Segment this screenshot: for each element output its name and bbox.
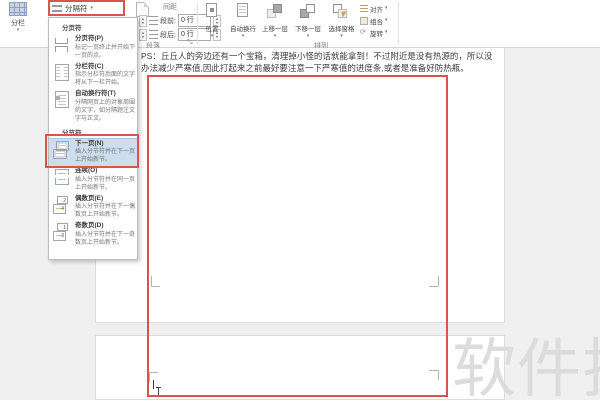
breaks-button-label: 分隔符 bbox=[65, 4, 88, 13]
rotate-button[interactable]: ⟳ 旋转 ▾ bbox=[360, 27, 398, 38]
wrap-text-icon bbox=[237, 3, 248, 17]
wrap-text-button[interactable]: 自动换行 ▾ bbox=[227, 1, 259, 45]
group-label: 组合 bbox=[370, 18, 383, 26]
watermark: 软件技巧 bbox=[452, 333, 600, 400]
chevron-down-icon: ▾ bbox=[273, 33, 277, 39]
menu-item-next-page[interactable]: 下一页(N) 插入分节符并在下一页上开始新节。 bbox=[49, 137, 137, 167]
menu-section-section-breaks: 分节符 bbox=[62, 129, 82, 137]
chevron-down-icon: ▾ bbox=[241, 33, 245, 39]
send-backward-button[interactable]: 下移一层 ▾ bbox=[292, 1, 324, 45]
page-1[interactable]: PS：丘丘人的旁边还有一个宝箱，清理掉小怪的话就能拿到！不过附近是没有热源的，所… bbox=[95, 48, 505, 323]
bring-forward-label: 上移一层 bbox=[262, 26, 288, 33]
chevron-down-icon: ▾ bbox=[385, 5, 388, 11]
group-icon bbox=[360, 16, 368, 25]
columns-button[interactable]: 分栏 ▾ bbox=[2, 0, 34, 46]
rotate-icon: ⟳ bbox=[360, 28, 366, 36]
continuous-icon bbox=[53, 168, 71, 186]
odd-page-icon: 1 3 bbox=[53, 223, 71, 241]
send-backward-label: 下移一层 bbox=[295, 26, 321, 33]
columns-icon bbox=[9, 2, 27, 16]
position-icon bbox=[206, 3, 217, 17]
selection-pane-icon bbox=[325, 2, 358, 21]
space-before-label: 段前: bbox=[160, 17, 176, 25]
chevron-down-icon: ▾ bbox=[90, 5, 94, 11]
menu-item-text-wrap-break[interactable]: 自动换行符(T) 分隔网页上的对象周围的文字，如分隔题注文字与正文。 bbox=[49, 89, 137, 125]
spin-down-icon[interactable]: ▼ bbox=[141, 21, 144, 25]
bring-forward-button[interactable]: 上移一层 ▾ bbox=[259, 1, 291, 45]
menu-item-continuous[interactable]: 连续(O) 插入分节符并在同一页上开始新节。 bbox=[49, 166, 137, 194]
breaks-button[interactable]: 分隔符 ▾ bbox=[52, 2, 122, 15]
align-label: 对齐 bbox=[370, 6, 383, 14]
indent-spinner[interactable]: ▲ ▼ bbox=[139, 14, 147, 27]
align-icon bbox=[360, 4, 368, 13]
align-button[interactable]: 对齐 ▾ bbox=[360, 3, 398, 14]
menu-item-column-break[interactable]: 分栏符(C) 指示分栏符后面的文字将从下一栏开始。 bbox=[49, 62, 137, 90]
menu-item-page-break[interactable]: 分页符(P) 标记一页终止并开始下一页的点。 bbox=[49, 34, 137, 62]
text-cursor bbox=[153, 380, 154, 389]
space-before-icon bbox=[149, 16, 158, 25]
wrap-text-label: 自动换行 bbox=[230, 26, 256, 33]
page-2[interactable] bbox=[95, 335, 505, 400]
rotate-label: 旋转 bbox=[370, 30, 383, 38]
menu-section-page-breaks: 分页符 bbox=[62, 25, 82, 32]
column-break-icon bbox=[53, 63, 71, 82]
text-wrap-icon bbox=[53, 91, 71, 109]
chevron-down-icon: ▾ bbox=[306, 33, 310, 39]
spacing-group-label: 间距 bbox=[163, 4, 177, 11]
space-after-icon bbox=[149, 30, 158, 39]
selection-pane-label: 选择窗格 bbox=[328, 26, 355, 33]
selection-pane-button[interactable]: 选择窗格 ▾ bbox=[325, 1, 358, 45]
space-after-label: 段后: bbox=[160, 31, 176, 39]
next-page-icon bbox=[53, 140, 71, 159]
send-backward-icon bbox=[292, 2, 324, 21]
chevron-down-icon: ▾ bbox=[385, 17, 388, 23]
paragraph-dialog-launcher-icon[interactable]: ⤡ bbox=[187, 39, 193, 47]
position-button[interactable]: 位置 ▾ bbox=[198, 1, 226, 45]
document-paragraph: PS：丘丘人的旁边还有一个宝箱，清理掉小怪的话就能拿到！不过附近是没有热源的，所… bbox=[141, 51, 493, 73]
ibeam-pointer-icon bbox=[156, 387, 161, 396]
word-window: 分栏 ▾ 分隔符 ▾ 间距 ▲ ▼ 段前: 0 行 ▲ ▼ ▲ ▼ 段后: 0 行 ▲… bbox=[0, 0, 600, 400]
group-button[interactable]: 组合 ▾ bbox=[360, 15, 398, 26]
bring-forward-icon bbox=[259, 2, 291, 21]
menu-item-even-page[interactable]: 2 4 偶数页(E) 插入分节符并在下一偶数页上开始新节。 bbox=[49, 194, 137, 222]
even-page-icon: 2 4 bbox=[53, 195, 71, 214]
position-label: 位置 bbox=[205, 26, 219, 33]
chevron-down-icon: ▾ bbox=[340, 33, 343, 39]
breaks-dropdown-menu: 分页符 分页符(P) 标记一页终止并开始下一页的点。 分栏符(C) 指示分栏符后… bbox=[48, 17, 138, 260]
chevron-down-icon: ▾ bbox=[385, 29, 388, 35]
menu-item-odd-page[interactable]: 1 3 奇数页(D) 插入分节符并在下一奇数页上开始新节。 bbox=[49, 221, 137, 249]
chevron-down-icon: ▾ bbox=[16, 27, 20, 33]
indent-spinner[interactable]: ▲ ▼ bbox=[139, 28, 147, 41]
chevron-down-icon: ▾ bbox=[210, 33, 214, 39]
breaks-icon bbox=[52, 5, 62, 12]
spin-down-icon[interactable]: ▼ bbox=[141, 35, 144, 39]
page-break-icon bbox=[53, 36, 71, 54]
